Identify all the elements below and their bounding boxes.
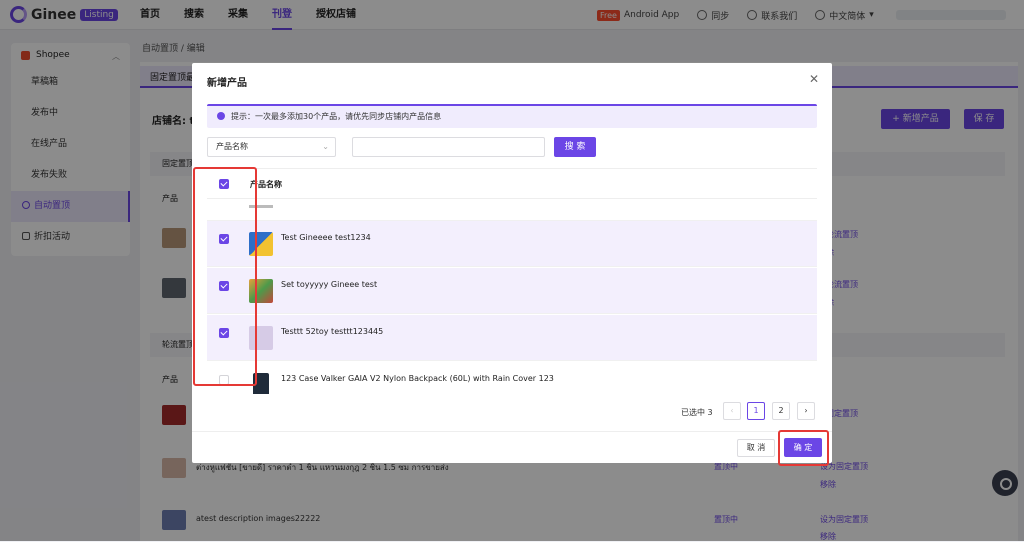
checkbox-highlight-box <box>193 167 257 386</box>
search-button[interactable]: 搜 索 <box>554 137 596 157</box>
search-input[interactable] <box>352 137 545 157</box>
table-row[interactable]: Test Gineeee test1234 <box>207 221 817 267</box>
close-icon[interactable]: ✕ <box>809 72 819 86</box>
product-name: Test Gineeee test1234 <box>281 233 371 242</box>
tip-text: 提示：一次最多添加30个产品，请优先同步店铺内产品信息 <box>231 112 442 121</box>
selected-count: 已选中 3 <box>681 408 713 417</box>
chevron-down-icon: ⌄ <box>322 142 329 151</box>
next-page-button[interactable]: › <box>797 402 815 420</box>
product-name: Testtt 52toy testtt123445 <box>281 327 384 336</box>
info-icon <box>217 112 225 120</box>
product-name: 123 Case Valker GAIA V2 Nylon Backpack (… <box>281 374 554 383</box>
tip-banner: 提示：一次最多添加30个产品，请优先同步店铺内产品信息 <box>207 104 817 128</box>
page-1-button[interactable]: 1 <box>747 402 765 420</box>
modal-footer <box>192 431 832 463</box>
table-header: 产品名称 <box>207 169 817 199</box>
table-row[interactable]: Testtt 52toy testtt123445 <box>207 315 817 361</box>
search-field-select[interactable]: 产品名称 ⌄ <box>207 137 336 157</box>
search-field-value: 产品名称 <box>216 142 248 151</box>
table-row[interactable] <box>207 199 817 221</box>
product-table: 产品名称 Test Gineeee test1234 Set toyyyyy G… <box>207 168 817 394</box>
prev-page-button[interactable]: ‹ <box>723 402 741 420</box>
confirm-highlight-box <box>778 430 829 466</box>
table-row[interactable]: Set toyyyyy Gineee test <box>207 268 817 314</box>
table-row[interactable]: 123 Case Valker GAIA V2 Nylon Backpack (… <box>207 362 817 394</box>
modal-title: 新增产品 <box>207 78 247 89</box>
add-product-modal: 新增产品 ✕ 提示：一次最多添加30个产品，请优先同步店铺内产品信息 产品名称 … <box>192 63 832 463</box>
page-2-button[interactable]: 2 <box>772 402 790 420</box>
cancel-button[interactable]: 取 消 <box>737 439 775 457</box>
product-name: Set toyyyyy Gineee test <box>281 280 378 289</box>
